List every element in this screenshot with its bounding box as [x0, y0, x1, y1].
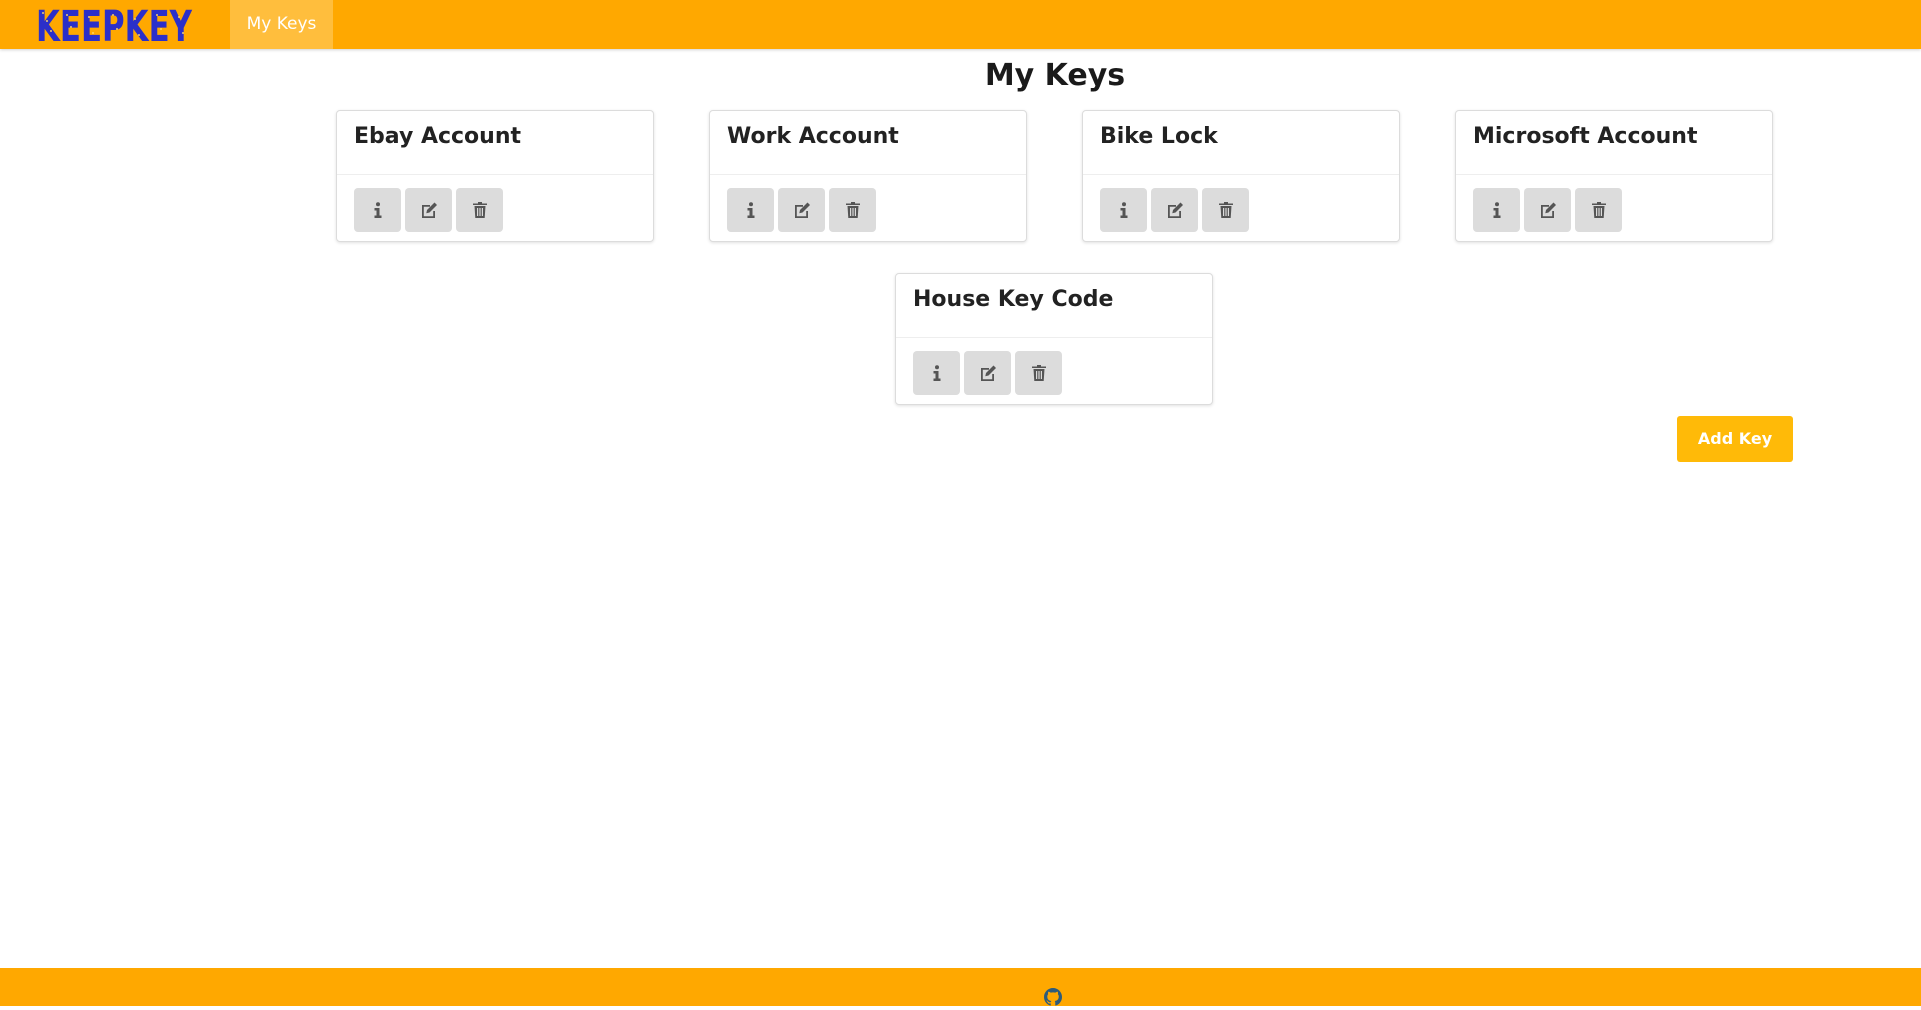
- key-card: Ebay Account: [336, 110, 654, 242]
- key-card-title: Microsoft Account: [1456, 111, 1772, 175]
- navbar: KEEPKEY My Keys: [0, 0, 1921, 52]
- edit-button[interactable]: [405, 188, 452, 232]
- edit-button[interactable]: [964, 351, 1011, 395]
- edit-button[interactable]: [1524, 188, 1571, 232]
- edit-icon: [794, 202, 810, 218]
- trash-icon: [1591, 202, 1606, 218]
- info-icon: [933, 365, 940, 381]
- github-icon[interactable]: [1044, 988, 1062, 1006]
- delete-button[interactable]: [456, 188, 503, 232]
- info-icon: [1493, 202, 1500, 218]
- footer: [0, 968, 1921, 1006]
- edit-icon: [1167, 202, 1183, 218]
- trash-icon: [1218, 202, 1233, 218]
- info-button[interactable]: [354, 188, 401, 232]
- edit-button[interactable]: [1151, 188, 1198, 232]
- trash-icon: [472, 202, 487, 218]
- trash-icon: [845, 202, 860, 218]
- logo-text: KEEPKEY: [36, 2, 193, 48]
- key-card: Microsoft Account: [1455, 110, 1773, 242]
- delete-button[interactable]: [1015, 351, 1062, 395]
- edit-icon: [1540, 202, 1556, 218]
- trash-icon: [1031, 365, 1046, 381]
- keepkey-logo[interactable]: KEEPKEY: [36, 2, 194, 52]
- info-icon: [1120, 202, 1127, 218]
- key-card: Work Account: [709, 110, 1027, 242]
- add-key-button[interactable]: Add Key: [1677, 416, 1793, 462]
- key-card-title: Work Account: [710, 111, 1026, 175]
- nav-my-keys[interactable]: My Keys: [230, 0, 333, 49]
- edit-button[interactable]: [778, 188, 825, 232]
- key-card-title: Bike Lock: [1083, 111, 1399, 175]
- info-button[interactable]: [1473, 188, 1520, 232]
- key-card: Bike Lock: [1082, 110, 1400, 242]
- delete-button[interactable]: [1202, 188, 1249, 232]
- key-card-title: House Key Code: [896, 274, 1212, 338]
- key-card-actions: [727, 188, 876, 232]
- page-title: My Keys: [984, 58, 1126, 93]
- info-button[interactable]: [1100, 188, 1147, 232]
- info-button[interactable]: [913, 351, 960, 395]
- key-card-actions: [1473, 188, 1622, 232]
- edit-icon: [980, 365, 996, 381]
- key-card-title: Ebay Account: [337, 111, 653, 175]
- info-icon: [374, 202, 381, 218]
- key-card-actions: [1100, 188, 1249, 232]
- info-icon: [747, 202, 754, 218]
- key-card-actions: [354, 188, 503, 232]
- edit-icon: [421, 202, 437, 218]
- key-card: House Key Code: [895, 273, 1213, 405]
- key-card-actions: [913, 351, 1062, 395]
- info-button[interactable]: [727, 188, 774, 232]
- delete-button[interactable]: [829, 188, 876, 232]
- delete-button[interactable]: [1575, 188, 1622, 232]
